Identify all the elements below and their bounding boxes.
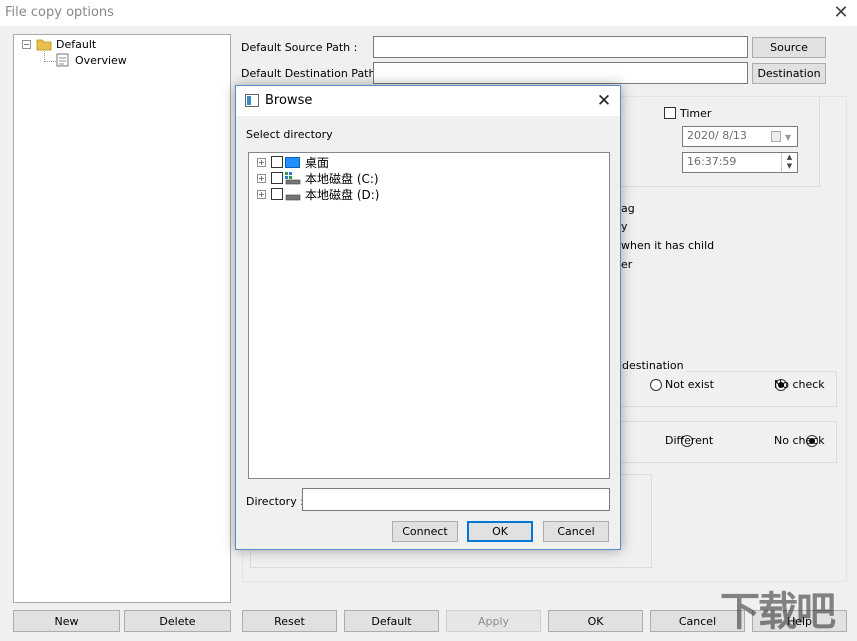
collapse-icon[interactable]: − [22, 40, 31, 49]
apply-button[interactable]: Apply [446, 610, 541, 632]
tree-line [44, 61, 56, 62]
select-directory-label: Select directory [246, 128, 333, 141]
default-button[interactable]: Default [344, 610, 439, 632]
window-icon [245, 94, 259, 107]
tree-checkbox[interactable] [271, 172, 283, 184]
folder-icon [36, 39, 52, 51]
tree-item-drive-d[interactable]: 本地磁盘 (D:) [305, 186, 379, 203]
directory-tree[interactable]: + 桌面 + 本地磁盘 (C:) + 本地磁盘 (D:) [248, 152, 610, 479]
new-button[interactable]: New [13, 610, 120, 632]
desktop-icon [285, 157, 300, 168]
tree-checkbox[interactable] [271, 188, 283, 200]
browse-title: Browse [265, 93, 313, 108]
source-path-label: Default Source Path : [241, 41, 358, 54]
browse-title-bar: Browse ✕ [236, 86, 620, 116]
tree-item-default[interactable]: Default [56, 38, 96, 51]
destination-path-label: Default Destination Path : [241, 67, 383, 80]
source-path-input[interactable] [373, 36, 748, 58]
settings-tree[interactable]: − Default Overview [13, 34, 231, 603]
tree-item-overview[interactable]: Overview [75, 54, 127, 67]
document-icon [56, 53, 69, 67]
tree-checkbox[interactable] [271, 156, 283, 168]
connect-button[interactable]: Connect [392, 521, 458, 542]
source-button[interactable]: Source [752, 37, 826, 58]
ok-button[interactable]: OK [548, 610, 643, 632]
browse-close-icon[interactable]: ✕ [592, 89, 616, 113]
expand-icon[interactable]: + [257, 174, 266, 183]
browse-ok-button[interactable]: OK [467, 521, 533, 542]
reset-button[interactable]: Reset [242, 610, 337, 632]
title-bar: File copy options ✕ [0, 0, 857, 26]
close-icon[interactable]: ✕ [828, 2, 854, 24]
browse-dialog: Browse ✕ Select directory + 桌面 + 本地磁盘 (C… [235, 85, 621, 550]
tree-item-drive-c[interactable]: 本地磁盘 (C:) [305, 170, 379, 187]
file-copy-options-window: File copy options ✕ − Default Overview N… [0, 0, 857, 641]
window-title: File copy options [5, 5, 114, 20]
destination-path-input[interactable] [373, 62, 748, 84]
expand-icon[interactable]: + [257, 190, 266, 199]
tree-item-desktop[interactable]: 桌面 [305, 154, 329, 171]
expand-icon[interactable]: + [257, 158, 266, 167]
drive-icon [285, 172, 301, 185]
delete-button[interactable]: Delete [124, 610, 231, 632]
browse-cancel-button[interactable]: Cancel [543, 521, 609, 542]
destination-button[interactable]: Destination [752, 63, 826, 84]
watermark-logo: 下载吧 [720, 589, 836, 635]
directory-label: Directory : [246, 495, 304, 508]
drive-icon [285, 194, 301, 201]
directory-input[interactable] [302, 488, 610, 511]
